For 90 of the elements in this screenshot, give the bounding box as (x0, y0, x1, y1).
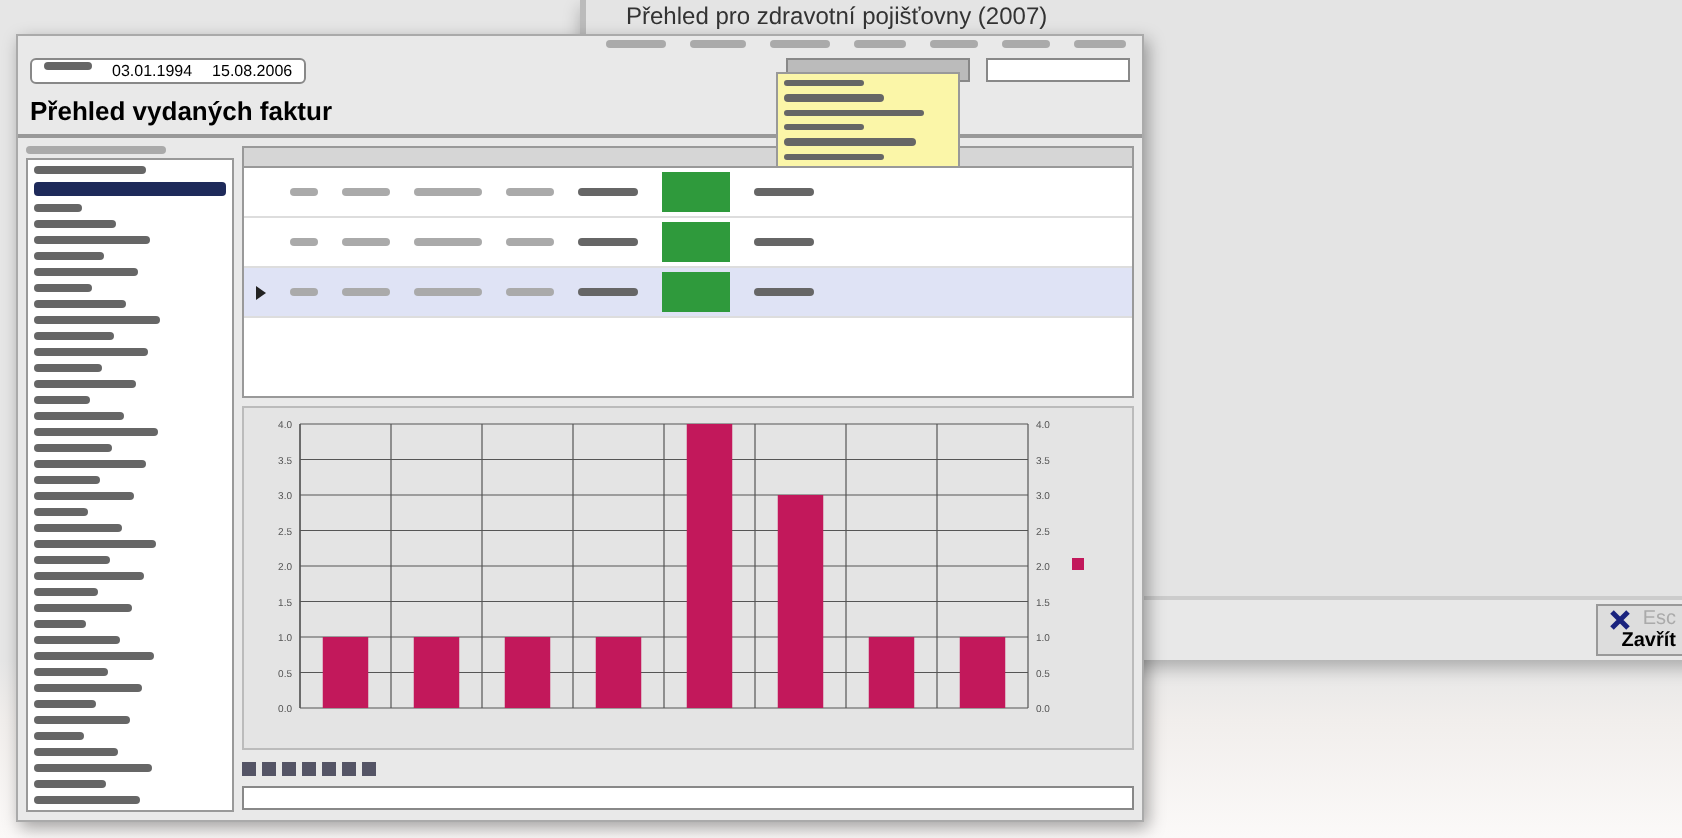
blurred-text (34, 732, 84, 740)
blurred-text (784, 109, 924, 116)
blurred-text (754, 288, 814, 296)
blurred-text (784, 138, 916, 146)
blurred-text (784, 123, 864, 131)
blurred-text (414, 288, 482, 296)
blurred-text (34, 412, 124, 420)
row-pointer-icon (256, 285, 266, 299)
blurred-text (34, 236, 150, 244)
blurred-text (342, 188, 390, 196)
blurred-text (784, 94, 884, 102)
bar (413, 637, 460, 708)
blurred-text (34, 348, 148, 356)
blurred-text (1074, 40, 1126, 49)
window-title: Přehled pro zdravotní pojišťovny (2007) (626, 2, 1048, 30)
blurred-text (34, 572, 144, 580)
blurred-text (690, 40, 746, 49)
blurred-text (34, 764, 152, 772)
blurred-text (342, 238, 390, 246)
bar (595, 637, 642, 708)
blurred-text (34, 652, 154, 660)
blurred-text (578, 188, 638, 196)
blurred-text (34, 540, 156, 548)
blurred-text (34, 428, 158, 436)
blurred-text (754, 238, 814, 246)
blurred-text (34, 524, 122, 532)
blurred-text (770, 40, 830, 49)
blurred-text (930, 40, 978, 49)
highlighted-cell (662, 222, 730, 262)
blurred-text (34, 684, 142, 692)
blurred-text (1002, 40, 1050, 49)
dropdown-field[interactable] (986, 58, 1130, 83)
blurred-text (34, 796, 140, 804)
blurred-text (34, 220, 116, 228)
blurred-text (506, 188, 554, 196)
highlighted-cell (662, 172, 730, 212)
blurred-text (34, 508, 88, 516)
date-range-field[interactable]: 03.01.1994 15.08.2006 (30, 57, 307, 84)
blurred-text (578, 238, 638, 246)
blurred-text (34, 396, 90, 404)
table-row[interactable] (244, 168, 1132, 218)
blurred-text (342, 288, 390, 296)
blurred-text (290, 188, 318, 196)
bar (504, 637, 551, 708)
blurred-text (34, 364, 102, 372)
blurred-text (34, 604, 132, 612)
blurred-text (506, 288, 554, 296)
blurred-text (34, 268, 138, 276)
blurred-text (754, 188, 814, 196)
blurred-text (34, 380, 136, 388)
blurred-text (34, 700, 96, 708)
blurred-text (34, 252, 104, 260)
blurred-text (34, 316, 160, 324)
table-row[interactable] (244, 268, 1132, 318)
blurred-text (606, 40, 666, 49)
blurred-text (784, 80, 864, 87)
blurred-text (34, 444, 112, 452)
blurred-text (34, 492, 134, 500)
blurred-text (34, 332, 114, 340)
blurred-text (290, 288, 318, 296)
blurred-text (34, 476, 100, 484)
blurred-text (784, 153, 884, 160)
blurred-text (34, 620, 86, 628)
bar (868, 637, 915, 708)
blurred-text (34, 748, 118, 756)
blurred-text (44, 61, 92, 70)
blurred-text (34, 460, 146, 468)
blurred-text (34, 300, 126, 308)
bar (959, 637, 1006, 708)
blurred-text (34, 204, 82, 212)
blurred-text (34, 668, 108, 676)
blurred-text (290, 238, 318, 246)
blurred-text (414, 238, 482, 246)
blurred-text (34, 166, 146, 174)
blurred-text (26, 146, 166, 154)
blurred-text (506, 238, 554, 246)
highlighted-cell (662, 272, 730, 312)
blurred-text (34, 780, 106, 788)
blurred-text (578, 288, 638, 296)
company-list[interactable] (26, 158, 234, 812)
blurred-text (34, 556, 110, 564)
bar (322, 637, 369, 708)
blurred-text (34, 588, 98, 596)
blurred-text (414, 188, 482, 196)
blurred-text (34, 636, 120, 644)
blurred-text (854, 40, 906, 49)
blurred-text (34, 284, 92, 292)
dropdown-menu[interactable] (776, 72, 960, 168)
close-icon (1610, 609, 1631, 630)
blurred-text (34, 716, 130, 724)
